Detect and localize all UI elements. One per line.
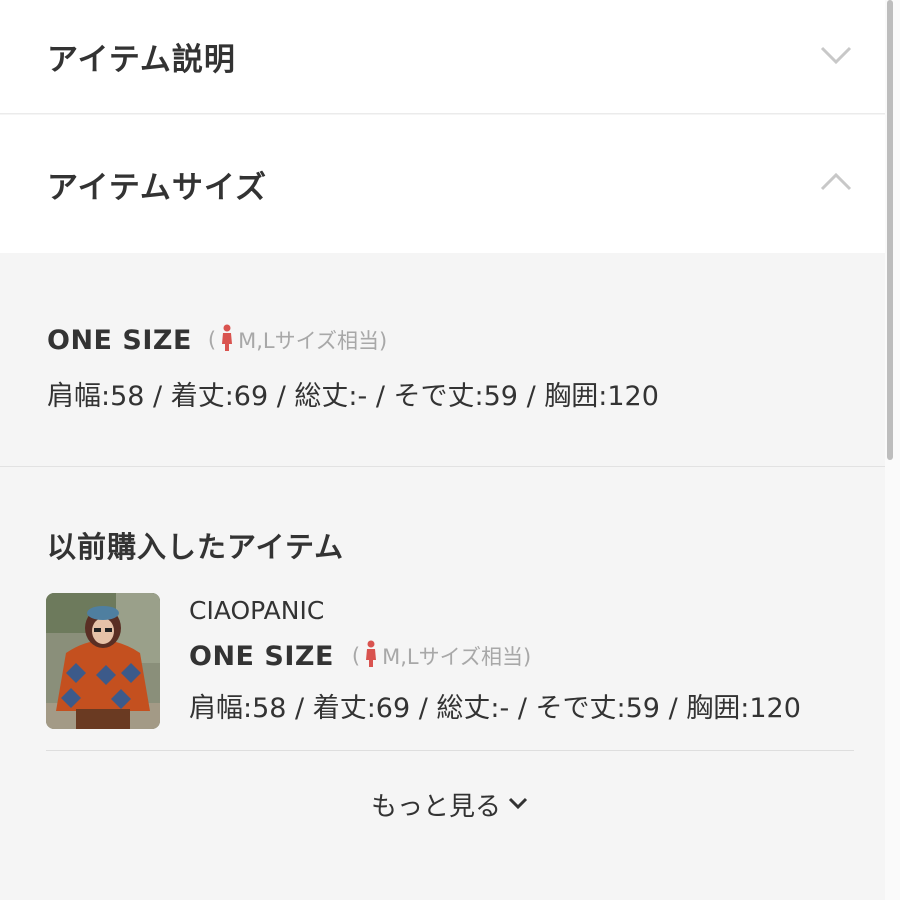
size-name: ONE SIZE [47,324,192,356]
chevron-down-icon [507,795,529,815]
divider [46,750,854,751]
person-icon [220,324,234,356]
size-equivalent: M,Lサイズ相当) [238,329,388,353]
product-size-name: ONE SIZE [189,640,334,672]
size-measurements: 肩幅:58 / 着丈:69 / 総丈:- / そで丈:59 / 胸囲:120 [47,381,659,412]
product-brand[interactable]: CIAOPANIC [189,596,324,625]
product-size-heading: ONE SIZE ( M,Lサイズ相当) [189,640,531,672]
accordion-title-description: アイテム説明 [47,42,236,78]
accordion-item-description[interactable]: アイテム説明 [0,0,885,114]
chevron-down-icon[interactable] [820,45,852,69]
product-measurements: 肩幅:58 / 着丈:69 / 総丈:- / そで丈:59 / 胸囲:120 [189,693,801,724]
size-heading: ONE SIZE ( M,Lサイズ相当) [47,324,387,356]
accordion-item-size[interactable]: アイテムサイズ [0,115,885,253]
product-thumbnail[interactable] [46,593,160,729]
show-more-button[interactable]: もっと見る [0,786,900,823]
show-more-label: もっと見る [370,792,501,822]
accordion-title-size: アイテムサイズ [47,169,267,206]
size-panel [0,253,885,467]
chevron-up-icon[interactable] [820,172,852,196]
product-size-equivalent: M,Lサイズ相当) [382,645,532,669]
previous-items-title: 以前購入したアイテム [47,530,345,564]
paren-open: ( [351,644,361,668]
person-icon [364,640,378,672]
paren-open: ( [207,328,217,352]
scrollbar-thumb[interactable] [887,0,893,460]
